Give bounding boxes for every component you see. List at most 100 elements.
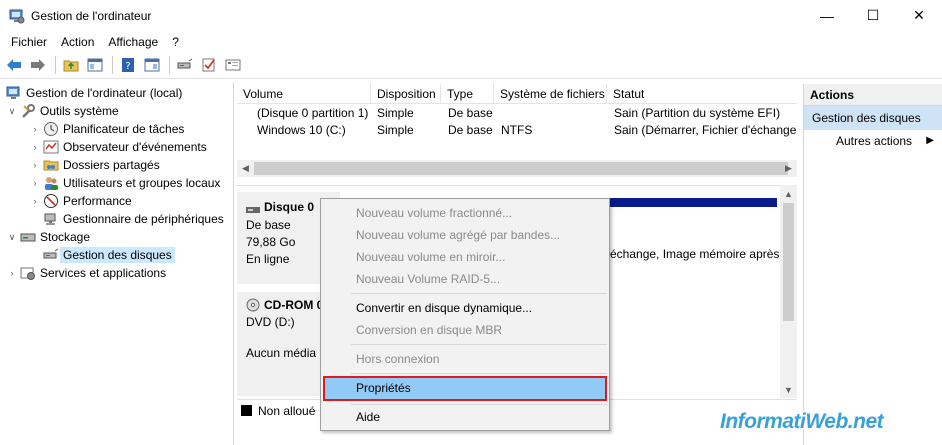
tree-item-shared[interactable]: › Dossiers partagés (29, 156, 160, 174)
tree-root-label: Gestion de l'ordinateur (local) (26, 86, 183, 100)
column-status[interactable]: Statut (607, 84, 797, 104)
tree-item-performance[interactable]: › Performance (29, 192, 132, 210)
show-hide-tree-button[interactable] (84, 54, 106, 76)
volume-status: Sain (Partition du système EFI) (614, 106, 781, 120)
console-tree-icon (87, 58, 103, 72)
tree-root[interactable]: Gestion de l'ordinateur (local) (6, 84, 182, 102)
expand-chevron-icon[interactable]: › (29, 142, 41, 152)
disk0-size: 79,88 Go (246, 235, 296, 249)
vscroll-thumb[interactable] (783, 203, 794, 321)
toolbar: ? (0, 52, 942, 79)
event-viewer-icon (43, 139, 59, 155)
more-actions[interactable]: Autres actions ▶ (804, 130, 942, 152)
menu-item-new-striped[interactable]: Nouveau volume agrégé par bandes... (323, 224, 607, 246)
forward-arrow-icon (31, 59, 45, 71)
cdrom-drive: DVD (D:) (246, 315, 295, 329)
volume-name: (Disque 0 partition 1) (257, 106, 369, 120)
menu-item-convert-dynamic[interactable]: Convertir en disque dynamique... (323, 297, 607, 319)
title-bar: Gestion de l'ordinateur — ☐ ✕ (0, 0, 942, 31)
maximize-button[interactable]: ☐ (850, 0, 896, 31)
disk0-type: De base (246, 218, 291, 232)
menu-bar: Fichier Action Affichage ? (0, 31, 942, 52)
services-icon (20, 265, 36, 281)
show-action-pane-button[interactable] (141, 54, 163, 76)
disk-view-vscrollbar[interactable]: ▲ ▼ (780, 185, 797, 398)
check-button[interactable] (198, 54, 220, 76)
volume-layout: Simple (377, 123, 414, 137)
expand-chevron-icon[interactable]: › (29, 160, 41, 170)
properties-icon (225, 59, 241, 71)
tree-item-storage[interactable]: ∨ Stockage (6, 228, 90, 246)
menu-action[interactable]: Action (54, 35, 101, 49)
tree-item-users[interactable]: › Utilisateurs et groupes locaux (29, 174, 220, 192)
action-pane-icon (144, 58, 160, 72)
tree-item-devices[interactable]: Gestionnaire de périphériques (41, 210, 224, 228)
column-layout[interactable]: Disposition (371, 84, 441, 104)
menu-separator (351, 404, 607, 405)
menu-help[interactable]: ? (165, 35, 186, 49)
volume-drive-icon (241, 127, 253, 133)
back-button[interactable] (3, 54, 25, 76)
expand-chevron-icon[interactable]: ∨ (6, 106, 18, 117)
shared-folder-icon (43, 157, 59, 173)
expand-chevron-icon[interactable]: ∨ (6, 232, 18, 243)
users-icon (43, 175, 59, 191)
help-button[interactable]: ? (117, 54, 139, 76)
back-arrow-icon (7, 59, 21, 71)
volume-name: Windows 10 (C:) (257, 123, 346, 137)
minimize-button[interactable]: — (804, 0, 850, 31)
column-type[interactable]: Type (441, 84, 494, 104)
properties-toolbar-button[interactable] (222, 54, 244, 76)
expand-chevron-icon[interactable]: › (6, 268, 18, 278)
menu-separator (351, 293, 607, 294)
volume-list-hscrollbar[interactable]: ◀ ▶ (237, 160, 797, 177)
close-button[interactable]: ✕ (896, 0, 942, 31)
scroll-up-icon[interactable]: ▲ (780, 185, 797, 202)
table-row[interactable]: (Disque 0 partition 1) Simple De base Sa… (237, 105, 797, 122)
scroll-right-icon[interactable]: ▶ (780, 160, 797, 177)
menu-item-offline[interactable]: Hors connexion (323, 348, 607, 370)
volume-fs: NTFS (501, 123, 533, 137)
menu-separator (351, 373, 607, 374)
menu-item-new-mirror[interactable]: Nouveau volume en miroir... (323, 246, 607, 268)
menu-separator (351, 344, 607, 345)
expand-chevron-icon[interactable]: › (29, 124, 41, 134)
scroll-left-icon[interactable]: ◀ (237, 160, 254, 177)
menu-item-new-spanned[interactable]: Nouveau volume fractionné... (323, 202, 607, 224)
menu-affichage[interactable]: Affichage (101, 35, 165, 49)
actions-section-disk-management[interactable]: Gestion des disques (804, 106, 942, 130)
window-controls: — ☐ ✕ (804, 0, 942, 31)
table-row[interactable]: Windows 10 (C:) Simple De base NTFS Sain… (237, 122, 797, 139)
up-folder-button[interactable] (60, 54, 82, 76)
hscroll-thumb[interactable] (254, 162, 788, 175)
menu-fichier[interactable]: Fichier (4, 35, 54, 49)
tools-icon (20, 103, 36, 119)
checklist-icon (202, 58, 215, 72)
menu-item-help[interactable]: Aide (323, 406, 607, 428)
volume-type: De base (448, 123, 493, 137)
connect-drive-button[interactable] (174, 54, 196, 76)
actions-header: Actions (804, 84, 942, 106)
scroll-down-icon[interactable]: ▼ (780, 381, 797, 398)
watermark-logo: InformatiWeb.net (720, 410, 884, 433)
tree-item-disk-management[interactable]: Gestion des disques (41, 246, 175, 264)
tree-item-tools[interactable]: ∨ Outils système (6, 102, 119, 120)
disk-icon (246, 203, 260, 213)
tree-item-services[interactable]: › Services et applications (6, 264, 166, 282)
cdrom-name: CD-ROM 0 (264, 298, 324, 312)
menu-item-convert-mbr[interactable]: Conversion en disque MBR (323, 319, 607, 341)
forward-button[interactable] (27, 54, 49, 76)
cdrom-state: Aucun média (246, 346, 317, 360)
menu-item-new-raid5[interactable]: Nouveau Volume RAID-5... (323, 268, 607, 290)
tree-item-events[interactable]: › Observateur d'événements (29, 138, 207, 156)
menu-item-properties[interactable]: Propriétés (323, 376, 607, 401)
disk0-partition-status[interactable]: échange, Image mémoire après (610, 247, 779, 261)
expand-chevron-icon[interactable]: › (29, 178, 41, 188)
tree-item-scheduler[interactable]: › Planificateur de tâches (29, 120, 184, 138)
clock-icon (43, 121, 59, 137)
column-volume[interactable]: Volume (237, 84, 371, 104)
legend-unallocated: Non alloué (258, 403, 316, 418)
cdrom-icon (246, 298, 260, 312)
column-filesystem[interactable]: Système de fichiers (494, 84, 607, 104)
expand-chevron-icon[interactable]: › (29, 196, 41, 206)
